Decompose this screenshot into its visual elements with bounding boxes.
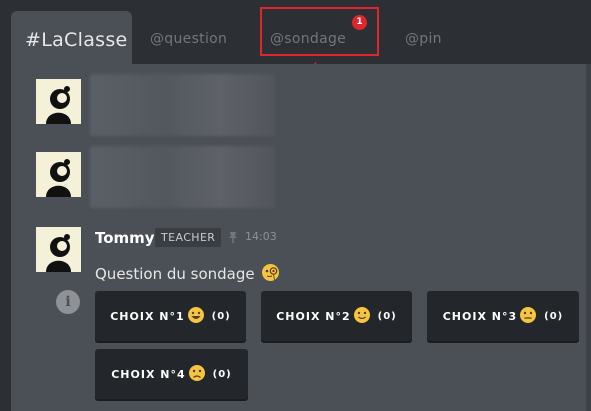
choice-label: CHOIX N°4 — [111, 367, 186, 381]
avatar[interactable] — [36, 79, 81, 124]
choice-label: CHOIX N°2 — [276, 309, 351, 323]
choice-button-1[interactable]: CHOIX N°1 (0) — [95, 291, 246, 341]
choice-count: (0) — [544, 310, 564, 322]
message-text-label: Question du sondage — [95, 265, 255, 283]
choice-count: (0) — [212, 368, 232, 380]
role-badge: TEACHER — [155, 228, 222, 247]
tab-question[interactable]: @question — [150, 31, 227, 47]
message-text: Question du sondage — [95, 263, 280, 283]
choice-button-3[interactable]: CHOIX N°3 (0) — [427, 291, 579, 341]
grinning-face-icon — [187, 306, 205, 327]
info-icon[interactable]: i — [56, 290, 80, 314]
choice-button-2[interactable]: CHOIX N°2 (0) — [261, 291, 412, 341]
message-timestamp: 14:03 — [245, 230, 277, 243]
tab-laclasse-label: #LaClasse — [25, 29, 128, 51]
frowning-face-icon — [188, 364, 206, 385]
slightly-smiling-face-icon — [353, 306, 371, 327]
blurred-message — [90, 74, 275, 136]
pin-icon — [229, 232, 237, 243]
avatar[interactable] — [36, 152, 81, 197]
choice-label: CHOIX N°1 — [110, 309, 185, 323]
user-avatar-icon — [46, 86, 71, 124]
user-avatar-icon — [46, 234, 71, 272]
scrollbar-track[interactable] — [586, 64, 591, 411]
neutral-face-icon — [519, 306, 537, 327]
user-avatar-icon — [46, 159, 71, 197]
message-author[interactable]: Tommy — [95, 229, 155, 247]
blurred-message — [90, 146, 275, 208]
highlight-box — [260, 7, 379, 56]
channel-tabs: #LaClasse @question @sondage @pin 1 — [0, 0, 591, 121]
choice-count: (0) — [377, 310, 397, 322]
choice-label: CHOIX N°3 — [442, 309, 518, 323]
avatar[interactable] — [36, 227, 81, 272]
face-with-monocle-icon — [262, 264, 280, 281]
choice-count: (0) — [211, 310, 231, 322]
choice-button-4[interactable]: CHOIX N°4 (0) — [95, 349, 248, 399]
tab-laclasse[interactable]: #LaClasse — [11, 11, 132, 64]
tab-pin[interactable]: @pin — [405, 31, 442, 47]
